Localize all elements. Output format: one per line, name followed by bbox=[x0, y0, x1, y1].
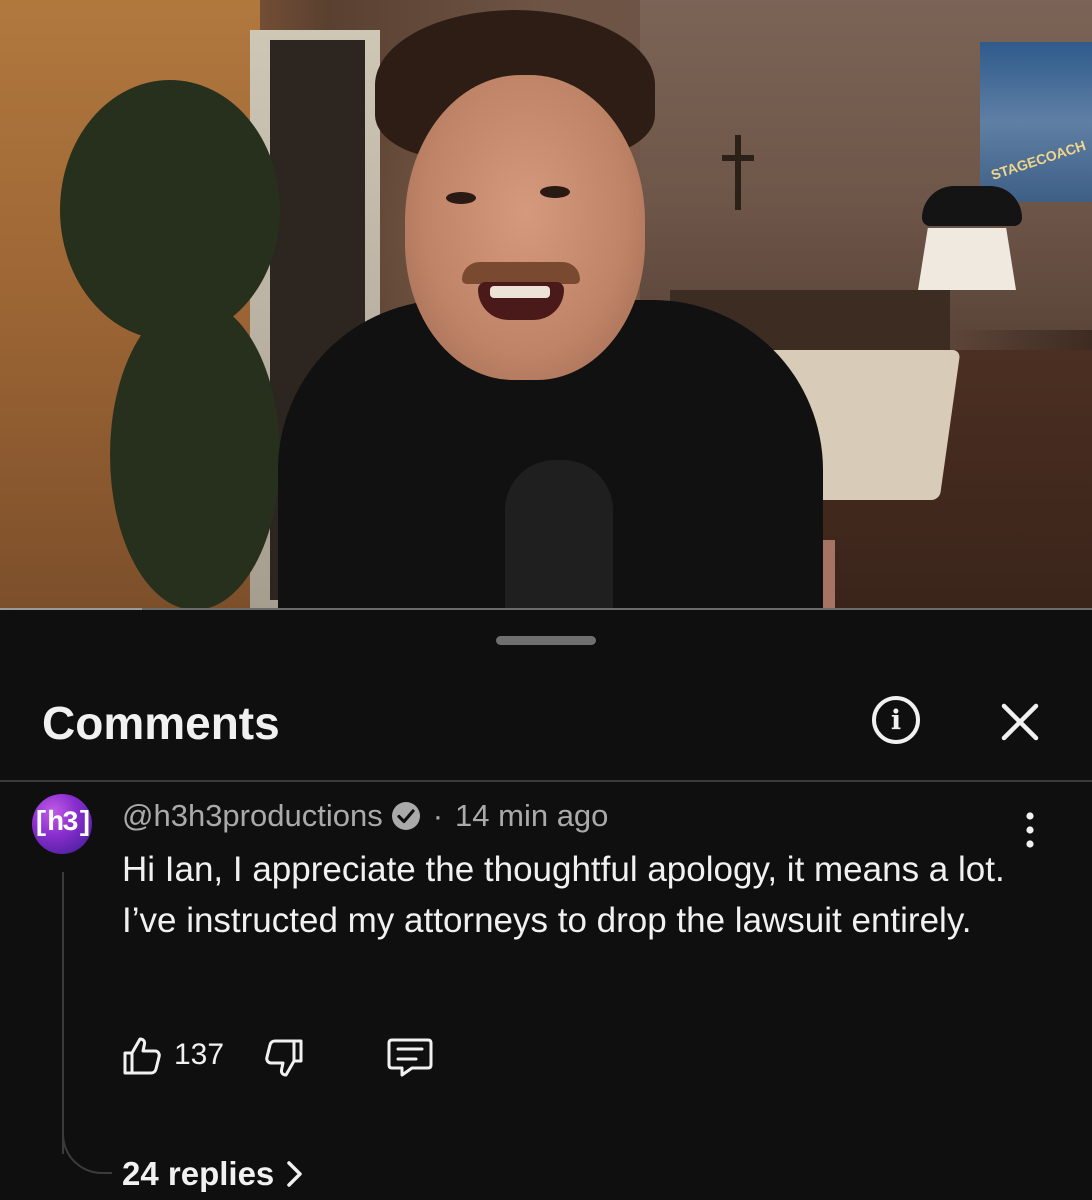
header-divider bbox=[0, 780, 1092, 782]
info-icon[interactable]: i bbox=[872, 696, 920, 744]
person-teeth bbox=[490, 286, 550, 298]
comment-author[interactable]: @h3h3productions bbox=[122, 798, 383, 834]
avatar-logo-text: [h3] bbox=[32, 808, 92, 839]
comment-time: 14 min ago bbox=[455, 798, 609, 833]
background-cross-bar bbox=[722, 155, 754, 161]
avatar[interactable]: [h3] bbox=[32, 794, 92, 854]
chevron-right-icon bbox=[287, 1161, 303, 1187]
background-poster: STAGECOACH bbox=[980, 42, 1092, 202]
person-head bbox=[405, 75, 645, 380]
video-player[interactable]: STAGECOACH bbox=[0, 0, 1092, 610]
replies-label: 24 replies bbox=[122, 1155, 275, 1192]
thumbs-up-icon[interactable] bbox=[120, 1034, 164, 1078]
drag-handle[interactable] bbox=[496, 636, 596, 645]
person-eye-right bbox=[540, 186, 570, 198]
person-mustache bbox=[462, 262, 580, 284]
comment-meta: @h3h3productions · 14 min ago bbox=[122, 798, 608, 834]
video-progress-bar[interactable] bbox=[0, 608, 1092, 610]
background-lamp bbox=[918, 228, 1016, 290]
thumbs-down-icon[interactable] bbox=[262, 1036, 306, 1080]
view-replies-button[interactable]: 24 replies bbox=[122, 1155, 306, 1193]
comment-text: Hi Ian, I appreciate the thoughtful apol… bbox=[122, 850, 1005, 940]
video-progress-fill bbox=[0, 608, 142, 610]
microphone bbox=[505, 460, 613, 610]
reply-comment-icon[interactable] bbox=[386, 1034, 434, 1078]
meta-separator: · bbox=[432, 798, 444, 833]
thread-line bbox=[62, 872, 64, 1154]
comments-title: Comments bbox=[42, 697, 280, 749]
background-cross bbox=[735, 135, 741, 210]
verified-check-icon bbox=[391, 802, 420, 830]
person-eye-left bbox=[446, 192, 476, 204]
comments-sheet: Comments i [h3] @h3h3productions · 14 mi… bbox=[0, 614, 1092, 1200]
like-count: 137 bbox=[174, 1038, 225, 1071]
poster-text: STAGECOACH bbox=[989, 137, 1089, 183]
background-plant-lower bbox=[110, 300, 280, 610]
background-plant bbox=[60, 80, 280, 340]
background-hat bbox=[922, 186, 1022, 226]
thread-curve bbox=[62, 1124, 112, 1174]
close-icon[interactable] bbox=[998, 700, 1042, 744]
